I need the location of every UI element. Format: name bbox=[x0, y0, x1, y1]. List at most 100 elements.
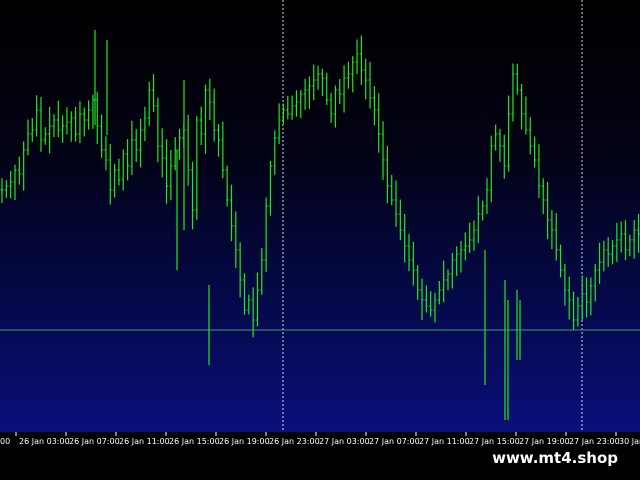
time-axis-tick-label: 26 Jan 23:00 bbox=[269, 437, 320, 446]
candle bbox=[598, 242, 602, 284]
candle bbox=[559, 244, 563, 278]
candle bbox=[351, 56, 355, 93]
candle bbox=[481, 200, 485, 221]
candle bbox=[229, 184, 233, 242]
candle bbox=[82, 107, 86, 137]
candle bbox=[48, 106, 52, 154]
time-axis-tick-label: 27 Jan 23:00 bbox=[569, 437, 620, 446]
candle bbox=[338, 78, 342, 105]
candle bbox=[117, 158, 121, 186]
period-separators bbox=[282, 0, 583, 432]
candle bbox=[307, 76, 311, 109]
candle bbox=[355, 39, 359, 74]
candle bbox=[472, 220, 476, 251]
candle bbox=[316, 65, 320, 90]
time-axis-tick-label: 26 Jan 15:00 bbox=[169, 437, 220, 446]
time-axis-tick-label: 30 Jan bbox=[619, 437, 640, 446]
time-axis-tick-label: 26 Jan 19:00 bbox=[219, 437, 270, 446]
candle bbox=[242, 273, 246, 315]
candle bbox=[546, 181, 550, 240]
time-axis-tick-label: 26 Jan 03:00 bbox=[19, 437, 70, 446]
candle bbox=[268, 160, 272, 216]
candle bbox=[364, 58, 368, 100]
candle bbox=[602, 240, 606, 272]
candle bbox=[628, 234, 632, 257]
candle bbox=[78, 101, 82, 144]
candle bbox=[377, 93, 381, 153]
candle bbox=[225, 165, 229, 207]
candle bbox=[247, 294, 251, 315]
candle bbox=[329, 93, 333, 123]
candle bbox=[217, 123, 220, 157]
candle bbox=[104, 136, 108, 171]
time-axis-tick-label: 00 bbox=[0, 437, 10, 446]
candle bbox=[346, 61, 350, 89]
candle bbox=[333, 85, 337, 128]
candle bbox=[17, 156, 21, 185]
candle bbox=[463, 232, 467, 261]
candle bbox=[541, 178, 545, 215]
candle bbox=[13, 164, 17, 201]
candle bbox=[320, 68, 324, 97]
candle bbox=[511, 63, 515, 122]
candle bbox=[173, 137, 177, 171]
candle bbox=[113, 163, 117, 198]
candle bbox=[204, 84, 208, 154]
candle bbox=[407, 233, 411, 272]
candle bbox=[152, 74, 156, 113]
candle bbox=[294, 90, 298, 117]
time-axis-tick-label: 26 Jan 07:00 bbox=[69, 437, 120, 446]
candle bbox=[524, 96, 528, 135]
candle bbox=[56, 100, 60, 138]
candle bbox=[147, 81, 151, 126]
candle bbox=[624, 220, 628, 261]
candle bbox=[580, 275, 584, 320]
candle bbox=[299, 89, 303, 119]
price-chart bbox=[0, 0, 640, 432]
candle bbox=[26, 119, 30, 156]
candle bbox=[286, 96, 290, 120]
candle bbox=[0, 178, 4, 203]
candle bbox=[74, 106, 78, 142]
candle bbox=[126, 139, 130, 181]
candle bbox=[498, 129, 502, 162]
time-axis-tick-label: 27 Jan 11:00 bbox=[419, 437, 470, 446]
candle bbox=[4, 180, 8, 198]
candle bbox=[459, 241, 463, 273]
candle bbox=[528, 117, 532, 155]
candle bbox=[281, 103, 285, 125]
candle bbox=[30, 118, 34, 142]
candle bbox=[537, 144, 541, 198]
candle bbox=[277, 103, 281, 145]
candle bbox=[234, 211, 238, 268]
candles bbox=[0, 30, 640, 420]
time-axis-tick-label: 27 Jan 07:00 bbox=[369, 437, 420, 446]
candle bbox=[139, 118, 143, 168]
candle bbox=[65, 107, 69, 135]
candle bbox=[455, 246, 459, 276]
candle bbox=[221, 121, 225, 179]
candle bbox=[290, 95, 294, 120]
candle bbox=[22, 141, 26, 191]
candle bbox=[35, 95, 39, 137]
candle bbox=[520, 83, 524, 130]
candle bbox=[325, 72, 329, 106]
candle bbox=[169, 150, 173, 201]
candle bbox=[403, 213, 407, 263]
candle bbox=[502, 134, 506, 179]
candle bbox=[108, 143, 112, 205]
candle bbox=[424, 285, 428, 313]
candle bbox=[312, 64, 316, 101]
candle bbox=[394, 180, 398, 227]
candle bbox=[178, 128, 182, 160]
candle bbox=[121, 149, 125, 191]
candle bbox=[52, 114, 56, 138]
candle bbox=[515, 63, 519, 95]
candle bbox=[572, 291, 576, 330]
candle bbox=[69, 111, 73, 142]
candle bbox=[381, 121, 385, 180]
candle bbox=[100, 114, 104, 158]
candle bbox=[494, 124, 498, 151]
time-axis-tick-label: 27 Jan 03:00 bbox=[319, 437, 370, 446]
candle bbox=[611, 240, 615, 265]
